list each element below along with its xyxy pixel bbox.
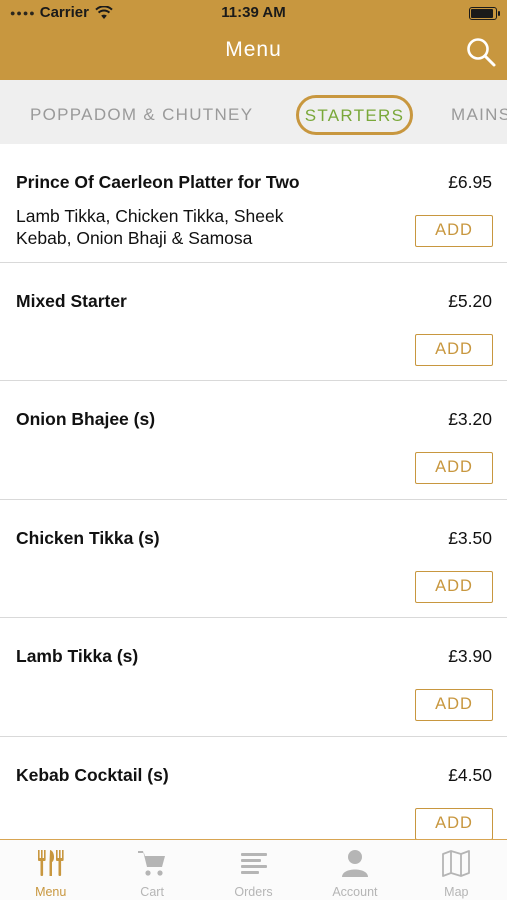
add-button[interactable]: ADD <box>415 215 493 247</box>
navigation-header: ●●●● Carrier 11:39 AM Menu <box>0 0 507 80</box>
tabbar-label: Menu <box>35 885 67 899</box>
search-icon[interactable] <box>465 36 497 68</box>
add-button[interactable]: ADD <box>415 452 493 484</box>
item-name: Kebab Cocktail (s) <box>16 764 169 785</box>
item-price: £3.50 <box>448 527 492 548</box>
item-price: £3.90 <box>448 646 492 666</box>
page-title: Menu <box>225 38 282 61</box>
tabbar-label: Map <box>444 885 469 899</box>
menu-item-list: Prince Of Caerleon Platter for Two £6.95… <box>0 144 507 839</box>
status-bar: ●●●● Carrier 11:39 AM <box>0 0 507 26</box>
tab-poppadom-chutney[interactable]: POPPADOM & CHUTNEY <box>30 96 253 134</box>
list-icon <box>240 853 267 874</box>
item-price: £5.20 <box>448 290 492 311</box>
item-price: £6.95 <box>448 172 492 192</box>
fork-knife-icon <box>37 850 64 876</box>
item-name: Lamb Tikka (s) <box>16 646 139 666</box>
item-price: £3.20 <box>448 409 492 429</box>
status-time: 11:39 AM <box>221 4 286 21</box>
tabbar-item-cart[interactable]: Cart <box>101 840 202 900</box>
menu-item: Mixed Starter £5.20 ADD <box>0 263 507 381</box>
person-icon <box>341 850 368 877</box>
item-name: Chicken Tikka (s) <box>16 527 160 548</box>
item-description: Lamb Tikka, Chicken Tikka, Sheek Kebab, … <box>16 206 284 248</box>
add-button[interactable]: ADD <box>415 570 493 603</box>
tabbar-label: Cart <box>140 885 164 899</box>
category-tabs: POPPADOM & CHUTNEY STARTERS MAINS <box>0 80 507 144</box>
item-price: £4.50 <box>448 764 492 785</box>
add-button[interactable]: ADD <box>415 689 493 721</box>
item-name: Onion Bhajee (s) <box>16 409 156 429</box>
tabbar-item-menu[interactable]: Menu <box>0 840 101 900</box>
tabbar-label: Account <box>332 885 378 899</box>
tab-mains[interactable]: MAINS <box>451 96 507 134</box>
menu-item: Onion Bhajee (s) £3.20 ADD <box>0 381 507 500</box>
item-name: Prince Of Caerleon Platter for Two <box>16 172 300 192</box>
add-button[interactable]: ADD <box>415 333 493 366</box>
tabbar-label: Orders <box>234 885 273 899</box>
item-name: Mixed Starter <box>16 290 127 311</box>
map-icon <box>442 850 471 877</box>
add-button[interactable]: ADD <box>415 807 493 839</box>
tabbar-item-account[interactable]: Account <box>304 840 405 900</box>
cart-icon <box>138 851 166 876</box>
tab-starters[interactable]: STARTERS <box>296 95 413 135</box>
menu-item: Lamb Tikka (s) £3.90 ADD <box>0 618 507 737</box>
battery-icon <box>469 7 500 20</box>
menu-item: Kebab Cocktail (s) £4.50 ADD <box>0 737 507 839</box>
menu-item: Prince Of Caerleon Platter for Two £6.95… <box>0 144 507 263</box>
bottom-tab-bar: Menu Cart Orders Account Map <box>0 839 507 900</box>
tabbar-item-orders[interactable]: Orders <box>203 840 304 900</box>
tabbar-item-map[interactable]: Map <box>406 840 507 900</box>
menu-item: Chicken Tikka (s) £3.50 ADD <box>0 500 507 618</box>
